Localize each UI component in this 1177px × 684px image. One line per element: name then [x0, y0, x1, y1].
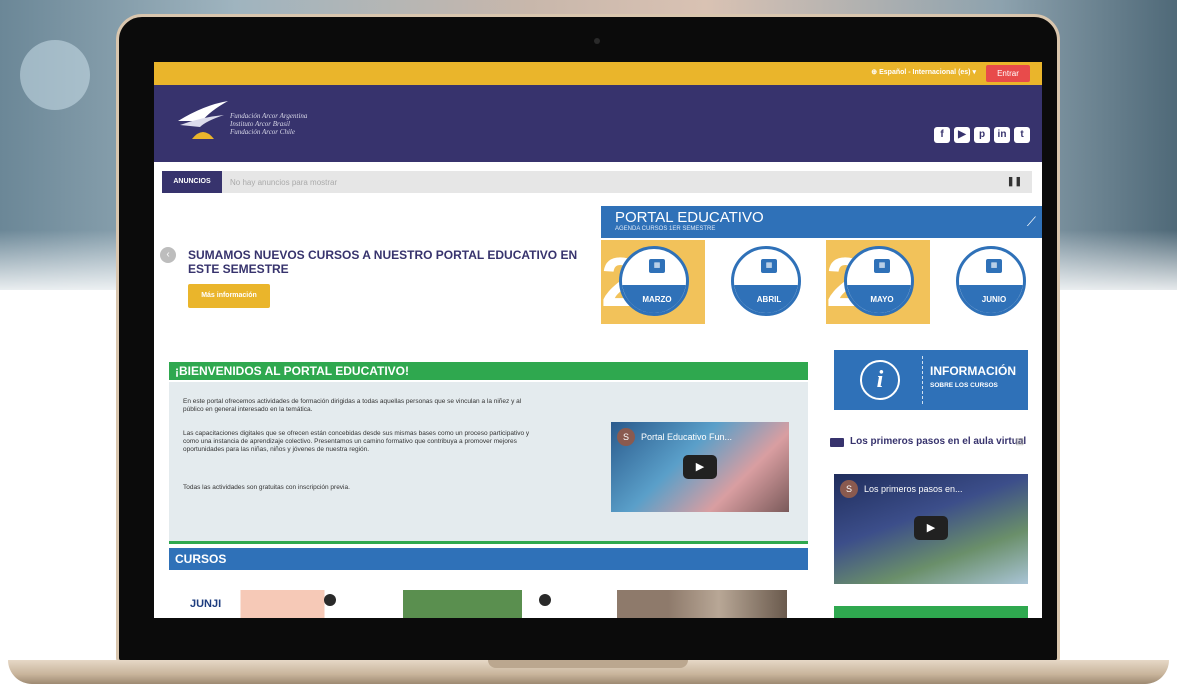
laptop-camera	[594, 38, 600, 44]
logo-line-2: Instituto Arcor Brasil	[230, 120, 290, 128]
block-menu-icon[interactable]: ▤	[1015, 436, 1024, 447]
browser-screen: ⊕ Español - Internacional (es) ▾ Entrar …	[154, 62, 1042, 618]
video-title: Portal Educativo Fun...	[641, 432, 733, 442]
welcome-title: ¡BIENVENIDOS AL PORTAL EDUCATIVO!	[175, 364, 410, 378]
sidebar-green-banner[interactable]	[834, 606, 1028, 618]
month-card-abril: ▦ ABRIL	[713, 240, 817, 324]
welcome-paragraph-1: En este portal ofrecemos actividades de …	[183, 398, 522, 413]
month-label: ABRIL	[756, 295, 782, 304]
video-title-bar: S Portal Educativo Fun...	[617, 428, 732, 446]
month-circle: ▦ JUNIO	[956, 246, 1026, 316]
tv-icon	[830, 438, 844, 447]
sidebar-video-heading: Los primeros pasos en el aula virtual	[830, 436, 1030, 448]
video-title: Los primeros pasos en...	[864, 484, 963, 494]
welcome-paragraph-2: Las capacitaciones digitales que se ofre…	[183, 430, 530, 453]
logo-line-3: Fundación Arcor Chile	[230, 128, 295, 136]
social-links: f ▶ p in t	[934, 127, 1030, 143]
month-circle: ▦ MARZO	[619, 246, 689, 316]
welcome-header: ¡BIENVENIDOS AL PORTAL EDUCATIVO!	[169, 362, 808, 380]
calendar-icon: ▦	[986, 259, 1002, 273]
more-info-button[interactable]: Más información	[188, 284, 270, 308]
sidebar-video-block: Los primeros pasos en el aula virtual ▤	[830, 436, 1030, 448]
announcements-bar: ANUNCIOS No hay anuncios para mostrar ❚❚	[162, 171, 1032, 193]
course-card[interactable]	[617, 590, 787, 618]
pinterest-icon[interactable]: p	[974, 127, 990, 143]
promo-subtitle: AGENDA CURSOS 1ER SEMESTRE	[615, 226, 716, 232]
promo-title: PORTAL EDUCATIVO	[615, 209, 764, 226]
course-card[interactable]: JUNJI	[190, 590, 358, 618]
logo-line-1: Fundación Arcor Argentina	[230, 112, 308, 120]
course-card[interactable]	[403, 590, 573, 618]
language-label: Español - Internacional (es)	[879, 69, 971, 76]
seal-icon	[324, 594, 336, 606]
promo-header: PORTAL EDUCATIVO AGENDA CURSOS 1ER SEMES…	[601, 206, 1042, 238]
linkedin-icon[interactable]: in	[994, 127, 1010, 143]
facebook-icon[interactable]: f	[934, 127, 950, 143]
welcome-section: En este portal ofrecemos actividades de …	[169, 382, 808, 544]
month-label: MAYO	[870, 295, 894, 304]
month-card-mayo: 2 ▦ MAYO	[826, 240, 930, 324]
announcements-tag: ANUNCIOS	[162, 171, 222, 193]
site-header: Fundación Arcor Argentina Instituto Arco…	[154, 85, 1042, 162]
channel-avatar: S	[617, 428, 635, 446]
video-title-bar: S Los primeros pasos en...	[840, 480, 963, 498]
play-icon[interactable]: ▶	[914, 516, 948, 540]
sidebar-video-heading-text: Los primeros pasos en el aula virtual	[850, 436, 1027, 447]
month-card-junio: ▦ JUNIO	[938, 240, 1042, 324]
channel-avatar: S	[840, 480, 858, 498]
login-button[interactable]: Entrar	[986, 65, 1030, 82]
month-circle: ▦ MAYO	[844, 246, 914, 316]
arcor-logo-icon[interactable]	[176, 99, 230, 145]
info-title: INFORMACIÓN	[930, 364, 1016, 378]
info-subtitle: SOBRE LOS CURSOS	[930, 382, 998, 389]
background-bokeh	[20, 40, 90, 110]
laptop-notch	[488, 660, 688, 668]
seal-icon	[539, 594, 551, 606]
sidebar-video[interactable]: S Los primeros pasos en... ▶	[834, 474, 1028, 584]
play-icon[interactable]: ▶	[683, 455, 717, 479]
calendar-icon: ▦	[649, 259, 665, 273]
slider-prev-icon[interactable]: ‹	[160, 247, 176, 263]
calendar-icon: ▦	[761, 259, 777, 273]
pause-icon[interactable]: ❚❚	[1007, 176, 1022, 187]
courses-header: CURSOS	[169, 548, 808, 570]
logo-text: Fundación Arcor Argentina Instituto Arco…	[230, 112, 307, 136]
month-label: JUNIO	[981, 295, 1007, 304]
month-label: MARZO	[642, 295, 672, 304]
course-label: JUNJI	[190, 598, 222, 610]
info-icon: i	[860, 360, 900, 400]
language-selector[interactable]: ⊕ Español - Internacional (es) ▾	[871, 68, 976, 76]
info-divider	[922, 356, 923, 404]
month-circle: ▦ ABRIL	[731, 246, 801, 316]
calendar-icon: ▦	[874, 259, 890, 273]
courses-title: CURSOS	[175, 552, 227, 566]
info-banner[interactable]: i INFORMACIÓN SOBRE LOS CURSOS	[834, 350, 1028, 410]
month-card-marzo: 2 ▦ MARZO	[601, 240, 705, 324]
promo-logo-icon: ⟋	[1026, 214, 1036, 229]
youtube-icon[interactable]: ▶	[954, 127, 970, 143]
promo-banner[interactable]: PORTAL EDUCATIVO AGENDA CURSOS 1ER SEMES…	[601, 206, 1042, 324]
top-bar: ⊕ Español - Internacional (es) ▾ Entrar	[154, 62, 1042, 85]
twitter-icon[interactable]: t	[1014, 127, 1030, 143]
welcome-paragraph-3: Todas las actividades son gratuitas con …	[183, 484, 350, 491]
welcome-video[interactable]: S Portal Educativo Fun... ▶	[611, 422, 789, 512]
slider-title: SUMAMOS NUEVOS CURSOS A NUESTRO PORTAL E…	[188, 248, 578, 276]
announcements-text: No hay anuncios para mostrar	[230, 178, 338, 187]
